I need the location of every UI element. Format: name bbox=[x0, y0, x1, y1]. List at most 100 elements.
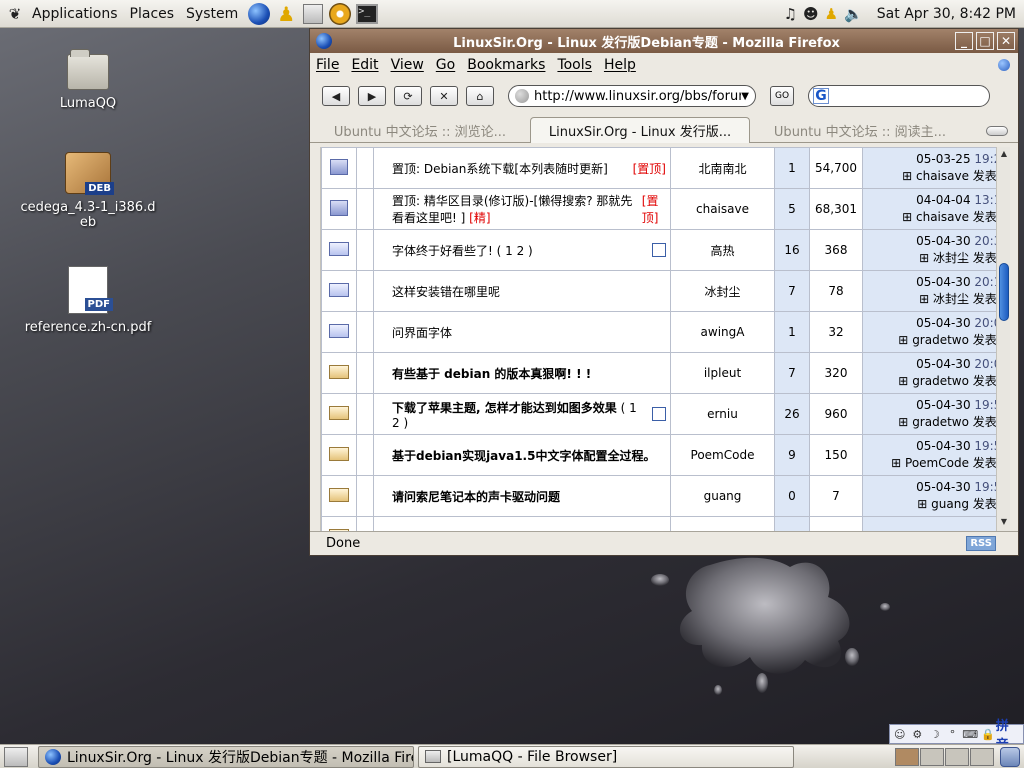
person-status-icon[interactable]: ♟ bbox=[825, 5, 838, 23]
table-row[interactable]: 问界面字体 awingA132 05-04-30 20:09 ⊞ gradetwo 发… bbox=[321, 311, 996, 353]
workspace-3[interactable] bbox=[945, 747, 969, 766]
calculator-launcher-icon[interactable] bbox=[301, 2, 325, 26]
last-post-author[interactable]: chaisave 发表 bbox=[916, 210, 996, 224]
menu-view[interactable]: View bbox=[391, 57, 424, 73]
moon-icon[interactable]: ☽ bbox=[927, 726, 943, 742]
thread-author[interactable]: 高热 bbox=[670, 229, 775, 271]
music-icon[interactable]: ♫ bbox=[784, 5, 797, 23]
punctuation-icon[interactable]: ° bbox=[945, 726, 961, 742]
tab-linuxsir[interactable]: LinuxSir.Org - Linux 发行版... bbox=[530, 117, 750, 143]
thread-pages[interactable]: ( 1 2 ) bbox=[497, 244, 533, 258]
forward-button[interactable]: ▶ bbox=[358, 86, 386, 106]
scroll-down-icon[interactable]: ▼ bbox=[998, 517, 1010, 529]
go-button[interactable]: GO bbox=[770, 86, 794, 106]
table-row[interactable]: 字体终于好看些了! ( 1 2 )高热1636805-04-30 20:38⊞ … bbox=[321, 229, 996, 271]
back-button[interactable]: ◀ bbox=[322, 86, 350, 106]
thread-title[interactable]: 有些基于 debian 的版本真狠啊! ! ! bbox=[392, 367, 591, 381]
menu-tools[interactable]: Tools bbox=[557, 57, 592, 73]
table-row[interactable]: 基于debian实现java1.5中文字体配置全过程。 PoemCode 9 150 0… bbox=[321, 434, 996, 476]
firefox-launcher-icon[interactable] bbox=[247, 2, 271, 26]
thread-title[interactable]: 问界面字体 bbox=[392, 326, 452, 340]
table-row[interactable]: 有些基于 debian 的版本真狠啊! ! ! ilpleut 7 320 05-04-… bbox=[321, 352, 996, 394]
taskbar-firefox[interactable]: LinuxSir.Org - Linux 发行版Debian专题 - Mozil… bbox=[38, 745, 414, 768]
thread-author[interactable]: awingA bbox=[670, 311, 775, 353]
table-row[interactable]: Debian的中文名字是什么? 05-04-30 19:52 bbox=[321, 516, 996, 531]
thread-title[interactable]: 置顶: 精华区目录(修订版)-[懒得搜索? 那就先看看这里吧! ] bbox=[392, 194, 632, 225]
search-bar[interactable]: G bbox=[808, 85, 990, 107]
close-button[interactable]: ✕ bbox=[997, 32, 1015, 50]
tab-ubuntu-forum-browse[interactable]: Ubuntu 中文论坛 :: 浏览论... bbox=[310, 118, 530, 142]
table-row[interactable]: 置顶: 精华区目录(修订版)-[懒得搜索? 那就先看看这里吧! ] [精] [置顶… bbox=[321, 188, 996, 230]
home-button[interactable]: ⌂ bbox=[466, 86, 494, 106]
table-row[interactable]: 下载了苹果主题, 怎样才能达到如图多效果 ( 1 2 ) erniu 26 960 05… bbox=[321, 393, 996, 435]
menu-go[interactable]: Go bbox=[436, 57, 455, 73]
table-row[interactable]: 请问索尼笔记本的声卡驱动问题 guang07 05-04-30 19:54 ⊞ gua… bbox=[321, 475, 996, 517]
person-launcher-icon[interactable]: ♟ bbox=[274, 2, 298, 26]
thread-title[interactable]: 置顶: Debian系统下载[本列表随时更新] bbox=[392, 162, 608, 176]
close-tab-button[interactable] bbox=[986, 126, 1008, 136]
last-post-author[interactable]: 冰封尘 发表 bbox=[933, 292, 996, 306]
scrollbar-thumb[interactable] bbox=[999, 263, 1009, 321]
ime-mode-icon[interactable]: ⚙ bbox=[910, 726, 926, 742]
penguin-icon[interactable]: ☺ bbox=[892, 726, 908, 742]
terminal-launcher-icon[interactable]: >_ bbox=[355, 2, 379, 26]
thread-author[interactable]: 冰封尘 bbox=[670, 270, 775, 312]
clock[interactable]: Sat Apr 30, 8:42 PM bbox=[877, 6, 1016, 22]
menu-bookmarks[interactable]: Bookmarks bbox=[467, 57, 545, 73]
taskbar-lumaqq-browser[interactable]: [LumaQQ - File Browser] bbox=[418, 745, 794, 768]
qq-penguin-icon[interactable]: ☻ bbox=[803, 5, 819, 23]
thread-author[interactable] bbox=[670, 516, 775, 531]
multipage-icon[interactable] bbox=[652, 407, 666, 421]
table-row[interactable]: 置顶: Debian系统下载[本列表随时更新] [置顶] 北南南北 1 54,700 05… bbox=[321, 147, 996, 189]
thread-title[interactable]: 字体终于好看些了! bbox=[392, 244, 493, 258]
thread-title[interactable]: 请问索尼笔记本的声卡驱动问题 bbox=[392, 490, 560, 504]
workspace-1[interactable] bbox=[895, 747, 919, 766]
show-desktop-icon[interactable] bbox=[4, 746, 28, 767]
reload-button[interactable]: ⟳ bbox=[394, 86, 422, 106]
workspace-4[interactable] bbox=[970, 747, 994, 766]
maximize-button[interactable]: □ bbox=[976, 32, 994, 50]
thread-author[interactable]: guang bbox=[670, 475, 775, 517]
thread-title[interactable]: 这样安装错在哪里呢 bbox=[392, 285, 500, 299]
thread-author[interactable]: chaisave bbox=[670, 188, 775, 230]
thread-author[interactable]: PoemCode bbox=[670, 434, 775, 476]
url-dropdown-icon[interactable]: ▼ bbox=[741, 91, 749, 102]
desktop-icon-cedega-deb[interactable]: DEB cedega_4.3-1_i386.deb bbox=[18, 152, 158, 230]
thread-title[interactable]: 下载了苹果主题, 怎样才能达到如图多效果 bbox=[392, 401, 617, 415]
last-post-author[interactable]: 冰封尘 发表 bbox=[933, 251, 996, 265]
menu-places[interactable]: Places bbox=[124, 6, 181, 22]
stop-button[interactable]: ✕ bbox=[430, 86, 458, 106]
last-post-author[interactable]: PoemCode 发表 bbox=[905, 456, 996, 470]
disc-launcher-icon[interactable] bbox=[328, 2, 352, 26]
last-post-author[interactable]: guang 发表 bbox=[931, 497, 996, 511]
thread-title[interactable]: 基于debian实现java1.5中文字体配置全过程。 bbox=[392, 449, 655, 463]
keyboard-icon[interactable]: ⌨ bbox=[962, 726, 978, 742]
url-bar[interactable]: http://www.linuxsir.org/bbs/forum ▼ bbox=[508, 85, 756, 107]
thread-author[interactable]: ilpleut bbox=[670, 352, 775, 394]
workspace-2[interactable] bbox=[920, 747, 944, 766]
tab-ubuntu-forum-read[interactable]: Ubuntu 中文论坛 :: 阅读主... bbox=[750, 118, 970, 142]
last-post-author[interactable]: gradetwo 发表 bbox=[912, 374, 996, 388]
desktop-icon-reference-pdf[interactable]: PDF reference.zh-cn.pdf bbox=[18, 266, 158, 335]
menu-system[interactable]: System bbox=[180, 6, 244, 22]
thread-author[interactable]: 北南南北 bbox=[670, 147, 775, 189]
lock-icon[interactable]: 🔒 bbox=[980, 726, 996, 742]
multipage-icon[interactable] bbox=[652, 243, 666, 257]
trash-icon[interactable] bbox=[1000, 746, 1020, 767]
window-titlebar[interactable]: LinuxSir.Org - Linux 发行版Debian专题 - Mozil… bbox=[310, 29, 1018, 53]
volume-icon[interactable]: 🔈 bbox=[844, 5, 863, 23]
last-post-author[interactable]: gradetwo 发表 bbox=[912, 333, 996, 347]
rss-icon[interactable]: RSS bbox=[966, 536, 996, 551]
menu-applications[interactable]: Applications bbox=[26, 6, 124, 22]
pinyin-label[interactable]: 拼音 bbox=[996, 719, 1021, 753]
vertical-scrollbar[interactable]: ▲ ▼ bbox=[996, 147, 1010, 531]
scroll-up-icon[interactable]: ▲ bbox=[998, 149, 1010, 161]
desktop-icon-lumaqq[interactable]: LumaQQ bbox=[18, 49, 158, 111]
menu-file[interactable]: File bbox=[316, 57, 339, 73]
thread-author[interactable]: erniu bbox=[670, 393, 775, 435]
gnome-foot-icon[interactable]: ❦ bbox=[4, 3, 26, 25]
table-row[interactable]: 这样安装错在哪里呢冰封尘77805-04-30 20:19⊞ 冰封尘 发表 ➪ bbox=[321, 270, 996, 312]
menu-edit[interactable]: Edit bbox=[351, 57, 378, 73]
last-post-author[interactable]: chaisave 发表 bbox=[916, 169, 996, 183]
minimize-button[interactable]: _ bbox=[955, 32, 973, 50]
